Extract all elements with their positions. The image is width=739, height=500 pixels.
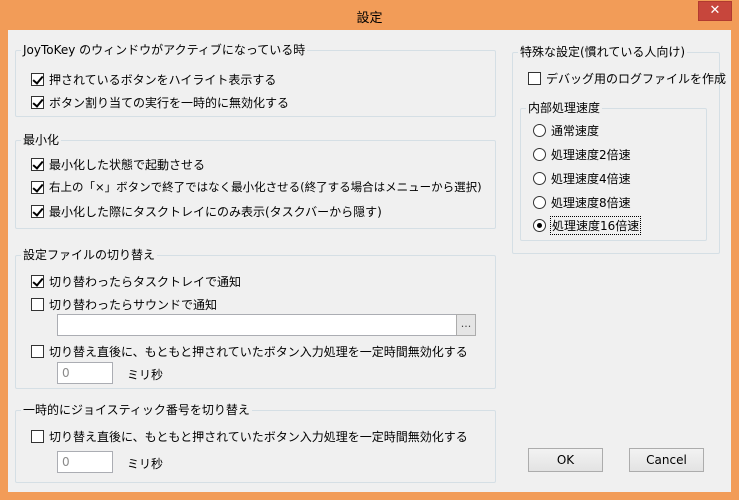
checkbox-debug-log[interactable]: デバッグ用のログファイルを作成 <box>528 70 726 86</box>
checkbox-box[interactable] <box>31 274 44 288</box>
checkbox-disable-after-switch[interactable]: 切り替え直後に、もともと押されていたボタン入力処理を一定時間無効化する <box>31 343 468 359</box>
sound-file-input[interactable] <box>57 314 457 336</box>
radio-circle[interactable] <box>533 171 546 185</box>
radio-label: 処理速度8倍速 <box>551 195 631 210</box>
group-special-settings: 特殊な設定(慣れている人向け) デバッグ用のログファイルを作成 内部処理速度 通… <box>512 45 726 254</box>
checkbox-label: 右上の「×」ボタンで終了ではなく最小化させる(終了する場合はメニューから選択) <box>49 180 482 194</box>
dialog-client-area: JoyToKey のウィンドウがアクティブになっている時 押されているボタンをハ… <box>8 30 731 492</box>
radio-label: 処理速度4倍速 <box>551 171 631 186</box>
radio-circle[interactable] <box>533 218 546 232</box>
radio-label: 処理速度16倍速 <box>549 215 642 235</box>
checkbox-label: 最小化した状態で起動させる <box>49 157 206 172</box>
ok-button[interactable]: OK <box>528 448 603 472</box>
radio-circle[interactable] <box>533 123 546 137</box>
checkbox-tray-only[interactable]: 最小化した際にタスクトレイにのみ表示(タスクバーから隠す) <box>31 203 382 219</box>
checkbox-box[interactable] <box>31 204 44 218</box>
checkbox-close-minimizes[interactable]: 右上の「×」ボタンで終了ではなく最小化させる(終了する場合はメニューから選択) <box>31 179 482 195</box>
checkbox-label: デバッグ用のログファイルを作成 <box>546 71 727 86</box>
group-processing-speed: 内部処理速度 通常速度 処理速度2倍速 処理速度4倍速 処理速度8倍速 処理速度… <box>520 101 707 241</box>
group-title-config-switch: 設定ファイルの切り替え <box>21 248 158 262</box>
radio-speed-normal[interactable]: 通常速度 <box>533 122 599 138</box>
group-config-switch: 設定ファイルの切り替え 切り替わったらタスクトレイで通知 切り替わったらサウンド… <box>15 248 496 389</box>
joystick-ms-input[interactable]: 0 <box>57 451 113 473</box>
radio-circle[interactable] <box>533 147 546 161</box>
checkbox-notify-tray[interactable]: 切り替わったらタスクトレイで通知 <box>31 273 241 289</box>
close-button[interactable]: ✕ <box>698 1 732 21</box>
checkbox-label: 切り替え直後に、もともと押されていたボタン入力処理を一定時間無効化する <box>49 344 468 359</box>
checkbox-notify-sound[interactable]: 切り替わったらサウンドで通知 <box>31 296 217 312</box>
checkbox-label: 最小化した際にタスクトレイにのみ表示(タスクバーから隠す) <box>49 204 382 219</box>
checkbox-label: 切り替わったらサウンドで通知 <box>49 297 218 312</box>
radio-label: 通常速度 <box>551 123 600 138</box>
group-title-joystick-switch: 一時的にジョイスティック番号を切り替え <box>21 403 252 417</box>
disable-ms-input[interactable]: 0 <box>57 362 113 384</box>
title-bar: 設定 ✕ <box>0 0 739 30</box>
ms-unit-label: ミリ秒 <box>127 368 164 382</box>
window-title: 設定 <box>356 11 383 26</box>
radio-speed-8x[interactable]: 処理速度8倍速 <box>533 194 631 210</box>
radio-speed-16x[interactable]: 処理速度16倍速 <box>533 215 642 235</box>
checkbox-label: 切り替わったらタスクトレイで通知 <box>49 274 242 289</box>
checkbox-box[interactable] <box>31 429 44 443</box>
checkbox-box[interactable] <box>31 157 44 171</box>
checkbox-label: ボタン割り当ての実行を一時的に無効化する <box>49 95 290 110</box>
radio-circle[interactable] <box>533 195 546 209</box>
group-title-active: JoyToKey のウィンドウがアクティブになっている時 <box>21 43 308 57</box>
checkbox-box[interactable] <box>31 95 44 109</box>
checkbox-box[interactable] <box>31 344 44 358</box>
radio-speed-4x[interactable]: 処理速度4倍速 <box>533 170 631 186</box>
checkbox-label: 切り替え直後に、もともと押されていたボタン入力処理を一定時間無効化する <box>49 429 468 444</box>
joystick-ms-unit-label: ミリ秒 <box>127 457 164 471</box>
radio-label: 処理速度2倍速 <box>551 147 631 162</box>
radio-speed-2x[interactable]: 処理速度2倍速 <box>533 146 631 162</box>
group-minimize: 最小化 最小化した状態で起動させる 右上の「×」ボタンで終了ではなく最小化させる… <box>15 133 496 229</box>
checkbox-box[interactable] <box>31 180 44 194</box>
checkbox-box[interactable] <box>31 72 44 86</box>
checkbox-start-minimized[interactable]: 最小化した状態で起動させる <box>31 156 205 172</box>
checkbox-highlight-pressed[interactable]: 押されているボタンをハイライト表示する <box>31 71 276 87</box>
checkbox-joystick-disable[interactable]: 切り替え直後に、もともと押されていたボタン入力処理を一定時間無効化する <box>31 428 468 444</box>
checkbox-box[interactable] <box>31 297 44 311</box>
checkbox-label: 押されているボタンをハイライト表示する <box>49 72 277 87</box>
checkbox-disable-assignment[interactable]: ボタン割り当ての実行を一時的に無効化する <box>31 94 289 110</box>
cancel-button[interactable]: Cancel <box>629 448 704 472</box>
group-title-special: 特殊な設定(慣れている人向け) <box>518 45 688 59</box>
browse-sound-button[interactable]: ... <box>456 314 476 336</box>
group-active-window: JoyToKey のウィンドウがアクティブになっている時 押されているボタンをハ… <box>15 43 496 117</box>
group-joystick-switch: 一時的にジョイスティック番号を切り替え 切り替え直後に、もともと押されていたボタ… <box>15 403 496 483</box>
group-title-speed: 内部処理速度 <box>526 101 603 115</box>
group-title-minimize: 最小化 <box>21 133 62 147</box>
checkbox-box[interactable] <box>528 71 541 85</box>
